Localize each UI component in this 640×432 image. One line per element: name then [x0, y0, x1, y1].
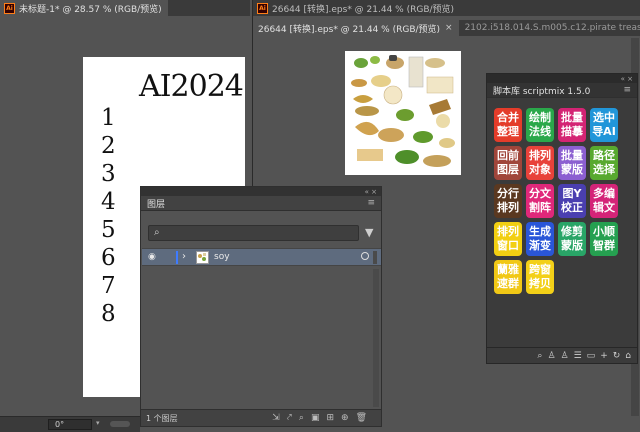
layer-selection-indicator[interactable]	[373, 251, 377, 264]
layers-panel: « × 图层 ≡ ⌕ ▼ ◉ › soy 1 个图层 ⇲ ⤤ ⌕ ▣ ⊞ ⊕ 🗑	[140, 186, 382, 427]
clipping-mask-icon[interactable]: ▣	[311, 413, 320, 423]
script-button[interactable]: 多编 辑文	[590, 184, 618, 218]
chevron-right-icon[interactable]: ›	[182, 251, 186, 262]
illustrator-app-icon: Ai	[4, 2, 15, 14]
collapse-panel-icon[interactable]: « ×	[365, 188, 377, 196]
layers-panel-title[interactable]: 图层	[147, 197, 165, 210]
panel-strip[interactable]: « ×	[487, 74, 637, 83]
document-title-bar: Ai 26644 [转换].eps* @ 21.44 % (RGB/预览)	[253, 0, 640, 16]
new-layer-icon[interactable]: ⊕	[341, 413, 349, 423]
document-tab-bar: Ai 未标题-1* @ 28.57 % (RGB/预览)	[0, 0, 250, 16]
document-tab-title: 26644 [转换].eps* @ 21.44 % (RGB/预览)	[258, 24, 441, 35]
folder-icon[interactable]: ▭	[587, 351, 596, 361]
layers-count-label: 1 个图层	[146, 413, 178, 423]
close-tab-icon[interactable]: ×	[445, 23, 453, 33]
script-button[interactable]: 跨窗 拷贝	[526, 260, 554, 294]
artboard-number-text[interactable]: 6	[101, 245, 116, 271]
artboard-number-text[interactable]: 5	[101, 217, 116, 243]
scriptmix-footer: ⌕ ♙ ♙ ☰ ▭ + ↻ ⌂	[487, 347, 637, 363]
search-script-icon[interactable]: ⌕	[537, 351, 542, 361]
script-button[interactable]: 小顺 智群	[590, 222, 618, 256]
layer-search-box: ⌕	[148, 225, 359, 241]
delete-layer-icon[interactable]: 🗑	[356, 413, 367, 423]
filter-icon[interactable]: ▼	[365, 226, 373, 239]
home-icon[interactable]: ⌂	[625, 351, 631, 361]
scriptmix-panel-header: 脚本库 scriptmix 1.5.0 ≡	[487, 83, 637, 98]
script-button[interactable]: 批量 描摹	[558, 108, 586, 142]
artboard-number-text[interactable]: 8	[101, 301, 116, 327]
layers-panel-footer: 1 个图层 ⇲ ⤤ ⌕ ▣ ⊞ ⊕ 🗑	[141, 409, 381, 426]
script-button[interactable]: 排列 对象	[526, 146, 554, 180]
search-icon: ⌕	[154, 227, 160, 238]
script-button[interactable]: 分文 割阵	[526, 184, 554, 218]
scriptmix-panel-title[interactable]: 脚本库 scriptmix 1.5.0	[493, 84, 590, 97]
panel-menu-icon[interactable]: ≡	[367, 198, 375, 208]
artboard-title-text[interactable]: AI2024	[139, 69, 244, 104]
script-button[interactable]: 生成 渐变	[526, 222, 554, 256]
script-button[interactable]: 批量 蒙版	[558, 146, 586, 180]
script-button[interactable]: 回前 图层	[494, 146, 522, 180]
layers-footer-actions: ⇲ ⤤ ⌕ ▣ ⊞ ⊕ 🗑	[272, 413, 381, 423]
script-button[interactable]: 蘭雅 速群	[494, 260, 522, 294]
rotation-field[interactable]: 0°	[48, 419, 92, 430]
user-settings-icon[interactable]: ♙	[561, 351, 569, 361]
soy-illustration	[351, 55, 455, 167]
layers-panel-header: 图层 ≡	[141, 196, 381, 211]
add-icon[interactable]: +	[600, 351, 608, 361]
collect-export-icon[interactable]: ⤤	[287, 413, 292, 423]
locate-object-icon[interactable]: ⌕	[299, 413, 304, 423]
artboard-number-text[interactable]: 4	[101, 189, 116, 215]
script-button[interactable]: 选中 导AI	[590, 108, 618, 142]
document-tab-title: 2102.i518.014.S.m005.c12.pirate treasur	[464, 23, 640, 33]
document-tab-title: 未标题-1* @ 28.57 % (RGB/预览)	[19, 4, 162, 15]
layer-target-icon[interactable]	[361, 252, 369, 260]
script-button[interactable]: 图Y 校正	[558, 184, 586, 218]
layer-name[interactable]: soy	[214, 252, 230, 262]
status-bar: 0° ▾	[0, 416, 140, 432]
artboard-number-text[interactable]: 3	[101, 161, 116, 187]
script-button[interactable]: 路径 选择	[590, 146, 618, 180]
window-title: 26644 [转换].eps* @ 21.44 % (RGB/预览)	[272, 4, 455, 15]
refresh-icon[interactable]: ↻	[613, 351, 621, 361]
document-tab-untitled[interactable]: Ai 未标题-1* @ 28.57 % (RGB/预览)	[0, 0, 168, 16]
soy-food-artwork[interactable]	[345, 51, 461, 175]
layer-color-swatch	[176, 251, 178, 264]
script-button[interactable]: 合并 整理	[494, 108, 522, 142]
horizontal-scrollbar[interactable]	[110, 421, 130, 427]
layer-row[interactable]: ◉ › soy	[142, 248, 381, 266]
panel-strip[interactable]: « ×	[141, 187, 381, 196]
chevron-down-icon[interactable]: ▾	[96, 419, 100, 427]
artboard-number-text[interactable]: 1	[101, 105, 116, 131]
artboard-number-text[interactable]: 2	[101, 133, 116, 159]
layer-search-input[interactable]	[167, 227, 355, 239]
script-button[interactable]: 排列 窗口	[494, 222, 522, 256]
panel-menu-icon[interactable]: ≡	[623, 85, 631, 95]
eye-icon[interactable]: ◉	[148, 252, 156, 262]
export-icon[interactable]: ⇲	[272, 413, 280, 423]
list-icon[interactable]: ☰	[574, 351, 582, 361]
user-icon[interactable]: ♙	[547, 351, 555, 361]
new-sublayer-icon[interactable]: ⊞	[326, 413, 334, 423]
layer-thumbnail	[196, 251, 209, 264]
script-button[interactable]: 绘制 法线	[526, 108, 554, 142]
document-tab-pirate[interactable]: 2102.i518.014.S.m005.c12.pirate treasur	[459, 23, 640, 33]
script-button[interactable]: 分行 排列	[494, 184, 522, 218]
document-tab-bar: 26644 [转换].eps* @ 21.44 % (RGB/预览) × 210…	[253, 20, 640, 36]
collapse-panel-icon[interactable]: « ×	[621, 75, 633, 83]
artboard-number-text[interactable]: 7	[101, 273, 116, 299]
document-tab-eps[interactable]: 26644 [转换].eps* @ 21.44 % (RGB/预览) ×	[253, 20, 459, 36]
scriptmix-panel: « × 脚本库 scriptmix 1.5.0 ≡ 合并 整理 绘制 法线 批量 描…	[486, 73, 638, 364]
layers-scrollbar[interactable]	[373, 269, 379, 407]
illustrator-app-icon: Ai	[257, 2, 268, 14]
script-button[interactable]: 修剪 蒙版	[558, 222, 586, 256]
